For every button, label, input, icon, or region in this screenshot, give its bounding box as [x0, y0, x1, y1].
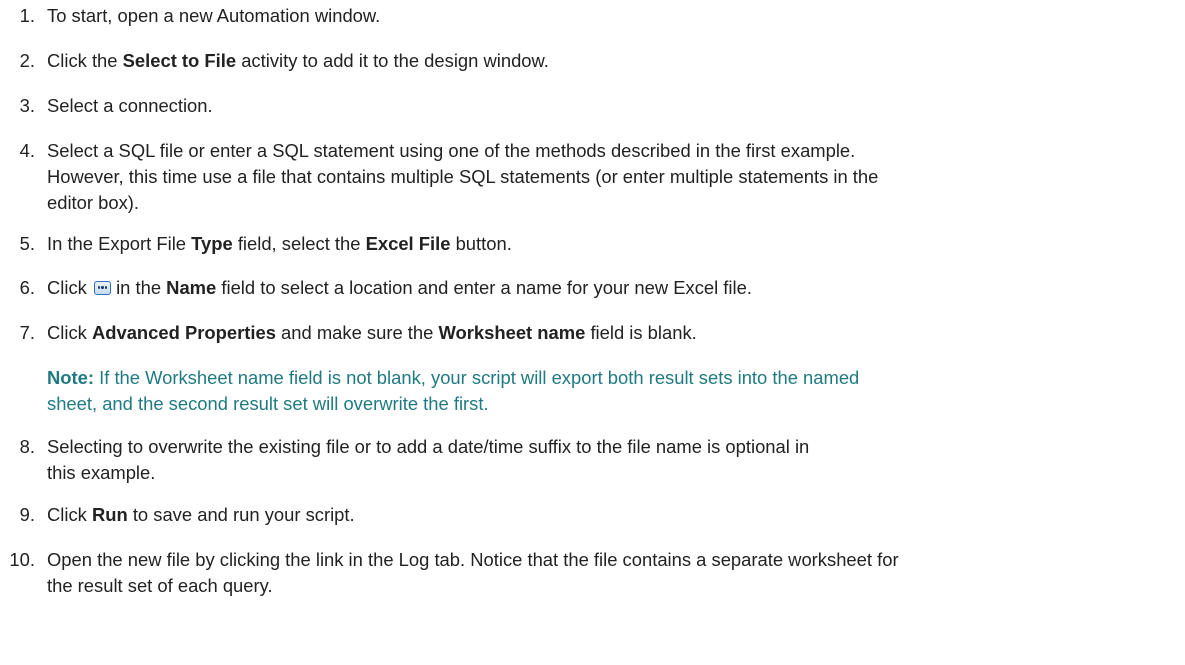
step-text: Click Run to save and run your script.	[47, 504, 355, 525]
step-number: 3.	[19, 95, 35, 116]
ui-term-excel-file: Excel File	[365, 233, 451, 254]
ui-term-name: Name	[166, 277, 217, 298]
ui-term-type: Type	[191, 233, 233, 254]
step-text: Select a connection.	[47, 95, 213, 116]
step-text: Select a SQL file or enter a SQL stateme…	[47, 140, 879, 213]
step-text: In the Export File Type field, select th…	[47, 233, 512, 254]
step-number: 4.	[19, 140, 35, 161]
step-text: Selecting to overwrite the existing file…	[47, 436, 810, 483]
step-number: 9.	[19, 504, 35, 525]
ui-term-select-to-file: Select to File	[122, 50, 237, 71]
step-number: 2.	[19, 50, 35, 71]
step-text: To start, open a new Automation window.	[47, 5, 381, 26]
note-text: sheet, and the second result set will ov…	[47, 393, 489, 414]
step-number: 8.	[19, 436, 35, 457]
step-number: 10.	[9, 549, 35, 570]
note: Note: If the Worksheet name field is not…	[47, 365, 1127, 417]
note-label: Note:	[47, 367, 94, 388]
step-number: 7.	[19, 322, 35, 343]
ui-term-worksheet-name: Worksheet name	[438, 322, 586, 343]
step-text: Click Advanced Properties and make sure …	[47, 322, 697, 343]
step-number: 1.	[19, 5, 35, 26]
step-number: 5.	[19, 233, 35, 254]
step-text: Click the Select to File activity to add…	[47, 50, 549, 71]
ui-term-advanced-properties: Advanced Properties	[91, 322, 276, 343]
ui-term-run: Run	[91, 504, 128, 525]
note-text: If the Worksheet name field is not blank…	[94, 367, 860, 388]
ellipsis-button-icon	[93, 281, 111, 295]
step-text: Click in the Name field to select a loca…	[47, 277, 752, 298]
step-number: 6.	[19, 277, 35, 298]
step-text: Open the new file by clicking the link i…	[47, 549, 899, 596]
